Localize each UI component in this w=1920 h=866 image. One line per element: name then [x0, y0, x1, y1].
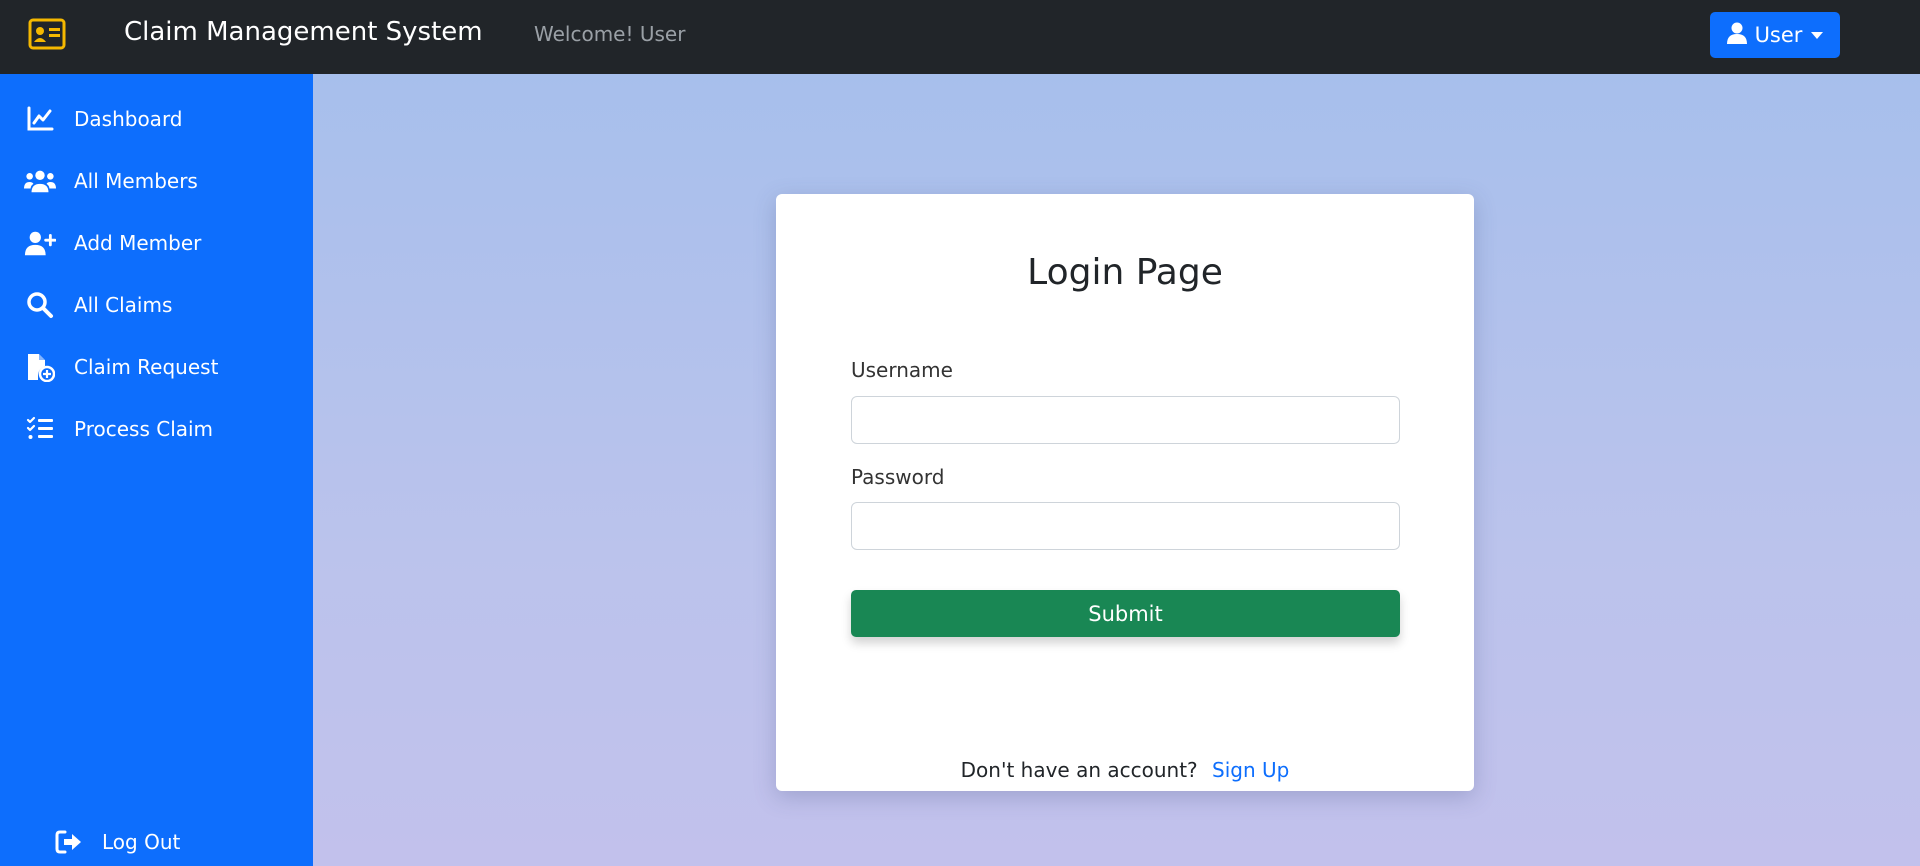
sidebar-item-dashboard[interactable]: Dashboard: [0, 93, 313, 145]
logout-label: Log Out: [102, 830, 181, 854]
user-menu-button[interactable]: User: [1710, 12, 1840, 58]
username-label: Username: [851, 358, 953, 382]
sidebar-item-label: Add Member: [74, 231, 202, 255]
logout-button[interactable]: Log Out: [54, 822, 254, 862]
search-icon: [24, 289, 56, 321]
sidebar: Dashboard All Members Add Member All Cla…: [0, 74, 313, 866]
signup-link[interactable]: Sign Up: [1212, 758, 1289, 782]
user-menu-label: User: [1754, 23, 1803, 47]
users-icon: [24, 165, 56, 197]
page-title: Login Page: [1027, 252, 1223, 293]
chart-line-icon: [24, 103, 56, 135]
password-input[interactable]: [851, 502, 1400, 550]
id-card-icon: [28, 18, 66, 50]
sidebar-item-claim-request[interactable]: Claim Request: [0, 341, 313, 393]
top-navbar: Claim Management System Welcome! User Us…: [0, 0, 1920, 74]
sidebar-item-label: Claim Request: [74, 355, 219, 379]
welcome-text: Welcome! User: [534, 22, 686, 46]
sidebar-item-all-members[interactable]: All Members: [0, 155, 313, 207]
sidebar-item-add-member[interactable]: Add Member: [0, 217, 313, 269]
app-title: Claim Management System: [124, 17, 483, 47]
sidebar-item-label: Process Claim: [74, 417, 214, 441]
caret-down-icon: [1811, 31, 1824, 39]
user-icon: [1726, 22, 1747, 49]
sidebar-item-all-claims[interactable]: All Claims: [0, 279, 313, 331]
sidebar-item-label: Dashboard: [74, 107, 183, 131]
sidebar-item-label: All Claims: [74, 293, 173, 317]
username-input[interactable]: [851, 396, 1400, 444]
login-card: Login Page Username Password Submit Don'…: [776, 194, 1474, 791]
sign-out-icon: [54, 827, 84, 857]
signup-prompt: Don't have an account?: [960, 758, 1198, 782]
signup-prompt-row: Don't have an account? Sign Up: [776, 758, 1474, 782]
file-plus-icon: [24, 351, 56, 383]
submit-button[interactable]: Submit: [851, 590, 1400, 637]
user-plus-icon: [24, 227, 56, 259]
sidebar-item-process-claim[interactable]: Process Claim: [0, 403, 313, 455]
password-label: Password: [851, 465, 945, 489]
sidebar-item-label: All Members: [74, 169, 198, 193]
list-check-icon: [24, 413, 56, 445]
